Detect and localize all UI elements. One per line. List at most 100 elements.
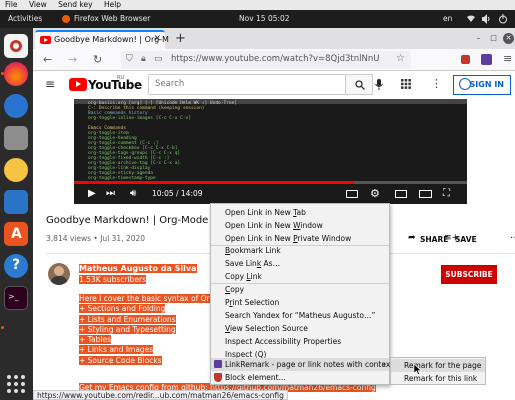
account-icon xyxy=(459,78,471,90)
activities-button[interactable]: Activities xyxy=(8,10,42,28)
menu-save-link-as[interactable]: Save Link As… xyxy=(211,257,389,270)
settings-kebab-icon[interactable]: ⋮ xyxy=(431,77,442,90)
play-icon[interactable]: ▶ xyxy=(88,188,96,199)
save-button[interactable]: SAVE xyxy=(455,235,477,244)
input-source[interactable]: en xyxy=(443,10,452,28)
next-icon[interactable]: ⏭ xyxy=(106,188,115,199)
menu-hamburger-icon[interactable]: ≡ xyxy=(503,52,512,65)
share-icon[interactable]: ➦ xyxy=(408,233,416,243)
tab-youtube[interactable]: Goodbye Markdown! | Org-M ✕ xyxy=(35,30,169,49)
subscriber-count-text: 1.53K subscribers xyxy=(79,275,146,284)
app-name[interactable]: Firefox Web Browser xyxy=(74,10,150,28)
search-box[interactable] xyxy=(148,74,346,95)
subscriber-count: 1.53K subscribers xyxy=(79,275,146,284)
bookmark-star-icon[interactable]: ☆ xyxy=(396,53,405,64)
rhythmbox-icon[interactable] xyxy=(4,158,28,182)
more-actions-icon[interactable]: … xyxy=(510,230,515,241)
help-icon[interactable]: ? xyxy=(4,254,28,278)
menu-linkremark[interactable]: LinkRemark - page or link notes with con… xyxy=(211,358,393,371)
close-tab-icon[interactable]: ✕ xyxy=(153,34,161,44)
menu-open-link-new-window[interactable]: Open Link in New Window xyxy=(211,219,389,232)
thunderbird-icon[interactable] xyxy=(4,94,28,118)
disk-icon[interactable] xyxy=(4,34,28,58)
microphone-icon[interactable] xyxy=(375,79,383,90)
youtube-logo-icon[interactable] xyxy=(69,78,87,91)
submenu-arrow-icon: › xyxy=(383,360,386,369)
channel-name-text[interactable]: Matheus Augusto da Silva xyxy=(79,264,197,273)
new-tab-icon[interactable]: + xyxy=(175,31,186,46)
volume-icon[interactable] xyxy=(481,14,491,24)
software-icon[interactable]: A xyxy=(4,222,28,246)
app-menubar: File View Send key Help xyxy=(0,0,515,10)
sign-in-label: SIGN IN xyxy=(469,80,504,89)
close-window-icon[interactable]: ✕ xyxy=(503,33,514,44)
menu-block-element[interactable]: Block element... xyxy=(211,371,389,384)
network-icon[interactable] xyxy=(466,14,476,24)
show-applications-icon[interactable] xyxy=(4,372,28,396)
video-time: 10:05 / 14:09 xyxy=(152,189,203,198)
url-text[interactable]: https://www.youtube.com/watch?v=8Qjd3tnl… xyxy=(171,54,379,64)
guide-menu-icon[interactable]: ≡ xyxy=(45,77,55,91)
ublock-icon[interactable] xyxy=(461,55,470,64)
url-bar[interactable]: ⛉ 🔒︎ ▭ https://www.youtube.com/watch?v=8… xyxy=(121,51,411,69)
menu-view-selection-source[interactable]: View Selection Source xyxy=(211,322,389,335)
menu-file[interactable]: File xyxy=(5,0,18,9)
description-line: + Styling and Typesetting xyxy=(79,324,176,334)
video-controls: ▶ ⏭ 🔊︎ 10:05 / 14:09 ⚙ ⛶ xyxy=(74,185,467,204)
menu-view[interactable]: View xyxy=(29,0,47,9)
mouse-cursor-icon xyxy=(414,364,422,375)
ubuntu-top-bar: Activities Firefox Web Browser Nov 15 05… xyxy=(0,10,515,28)
back-icon[interactable]: ← xyxy=(43,53,52,66)
shield-icon[interactable]: ⛉ xyxy=(126,54,133,64)
menu-help[interactable]: Help xyxy=(104,0,121,9)
apps-grid-icon[interactable] xyxy=(401,79,411,89)
menu-print-selection[interactable]: Print Selection xyxy=(211,296,389,309)
linkremark-icon xyxy=(214,360,222,368)
menu-remark-page[interactable]: Remark for the page xyxy=(391,359,485,372)
volume-icon[interactable]: 🔊︎ xyxy=(130,188,136,199)
video-meta: 3,814 views • Jul 31, 2020 xyxy=(46,234,146,243)
description-line: + Source Code Blocks xyxy=(79,355,162,365)
extension-icon[interactable] xyxy=(481,54,492,65)
menu-copy-link[interactable]: Copy Link xyxy=(211,270,389,283)
ublock-icon xyxy=(214,373,222,382)
channel-name[interactable]: Matheus Augusto da Silva xyxy=(79,264,197,273)
maximize-icon[interactable]: □ xyxy=(488,33,499,44)
files-icon[interactable] xyxy=(4,126,28,150)
menu-open-link-new-tab[interactable]: Open Link in New Tab xyxy=(211,206,389,219)
channel-avatar[interactable] xyxy=(48,263,70,285)
theater-mode-icon[interactable] xyxy=(419,190,432,198)
tab-strip: Goodbye Markdown! | Org-M ✕ + – □ ✕ xyxy=(33,28,515,49)
context-menu: Open Link in New Tab Open Link in New Wi… xyxy=(210,203,393,385)
menu-copy[interactable]: Copy xyxy=(211,283,389,296)
settings-gear-icon[interactable]: ⚙ xyxy=(370,187,380,200)
clock[interactable]: Nov 15 05:02 xyxy=(239,10,290,28)
reload-icon[interactable]: ↻ xyxy=(93,53,102,66)
video-progress-bar[interactable] xyxy=(74,181,467,184)
terminal-icon[interactable]: >_ xyxy=(4,286,28,310)
minimize-icon[interactable]: – xyxy=(473,33,484,44)
menu-search-yandex[interactable]: Search Yandex for “Matheus Augusto…” xyxy=(211,309,389,322)
description-line: + Links and Images xyxy=(79,345,154,355)
miniplayer-icon[interactable] xyxy=(395,190,407,198)
menu-send-key[interactable]: Send key xyxy=(58,0,92,9)
power-icon[interactable] xyxy=(498,14,508,24)
forward-icon[interactable]: → xyxy=(68,53,77,66)
menu-remark-link[interactable]: Remark for this link xyxy=(391,372,485,385)
youtube-logo-text[interactable]: YouTube xyxy=(88,78,142,92)
video-player[interactable]: org-basics.org [org] [-] [Unicode Helm W… xyxy=(74,99,467,204)
description-line: + Sections and Folding xyxy=(79,304,166,314)
search-button[interactable] xyxy=(345,74,373,95)
video-code-frame: org-basics.org [org] [-] [Unicode Helm W… xyxy=(88,101,467,181)
permissions-icon[interactable]: ▭ xyxy=(154,54,163,64)
fullscreen-icon[interactable]: ⛶ xyxy=(443,188,450,199)
firefox-icon[interactable] xyxy=(4,62,28,86)
libreoffice-writer-icon[interactable] xyxy=(4,190,28,214)
menu-bookmark-link[interactable]: Bookmark Link xyxy=(211,244,389,257)
subtitles-icon[interactable] xyxy=(346,190,358,198)
menu-inspect-accessibility[interactable]: Inspect Accessibility Properties xyxy=(211,335,389,348)
subscribe-button[interactable]: SUBSCRIBE xyxy=(441,265,497,284)
lock-icon[interactable]: 🔒︎ xyxy=(141,54,146,64)
search-input[interactable] xyxy=(155,75,335,93)
sign-in-button[interactable]: SIGN IN xyxy=(453,75,511,95)
